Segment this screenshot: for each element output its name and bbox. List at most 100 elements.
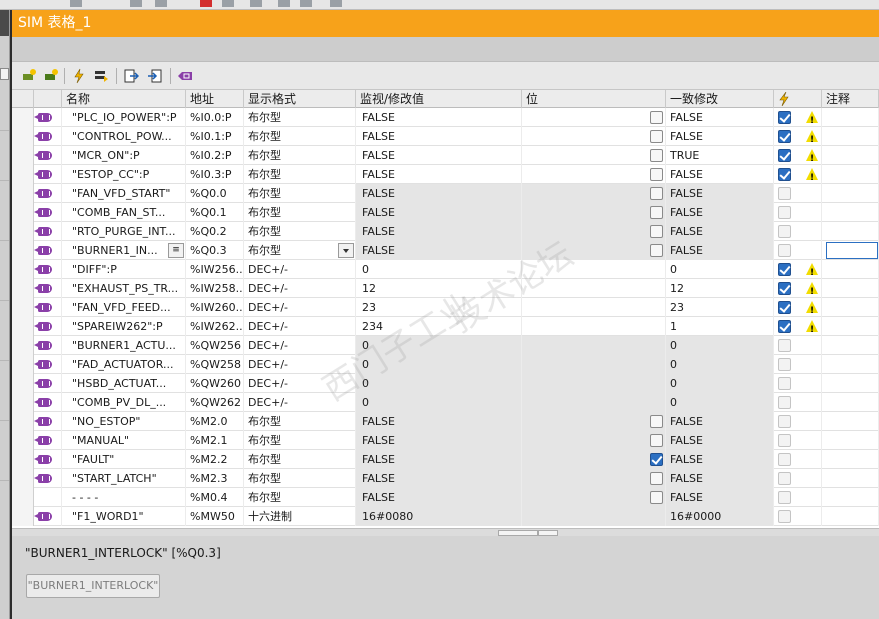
- address-cell[interactable]: %IW260...: [186, 298, 244, 317]
- modify-checkbox[interactable]: [778, 396, 791, 409]
- address-cell[interactable]: %MW50: [186, 507, 244, 526]
- modify-checkbox[interactable]: [778, 339, 791, 352]
- address-cell[interactable]: %Q0.1: [186, 203, 244, 222]
- comment-cell[interactable]: [822, 412, 879, 431]
- modify-value-cell[interactable]: FALSE: [666, 469, 774, 488]
- modify-checkbox[interactable]: [778, 453, 791, 466]
- bit-checkbox[interactable]: [650, 491, 663, 504]
- monitor-value-cell[interactable]: FALSE: [356, 469, 522, 488]
- bit-cell[interactable]: [522, 507, 666, 526]
- top-tool-icon[interactable]: [278, 0, 290, 7]
- display-format-cell[interactable]: 布尔型: [244, 184, 356, 203]
- modify-flag-cell[interactable]: [774, 507, 822, 526]
- bit-checkbox[interactable]: [650, 472, 663, 485]
- table-row[interactable]: "COMB_FAN_ST... %Q0.1 布尔型 FALSE FALSE: [12, 203, 879, 222]
- bit-checkbox[interactable]: [650, 206, 663, 219]
- row-handle[interactable]: [12, 374, 34, 393]
- display-format-cell[interactable]: DEC+/-: [244, 374, 356, 393]
- modify-value-cell[interactable]: FALSE: [666, 108, 774, 127]
- modify-now-icon[interactable]: [70, 67, 88, 85]
- bit-checkbox[interactable]: [650, 434, 663, 447]
- bit-checkbox[interactable]: [650, 453, 663, 466]
- row-handle[interactable]: [12, 488, 34, 507]
- tag-icon[interactable]: [176, 67, 194, 85]
- comment-cell[interactable]: [822, 450, 879, 469]
- row-handle[interactable]: [12, 317, 34, 336]
- modify-checkbox[interactable]: [778, 149, 791, 162]
- bit-cell[interactable]: [522, 146, 666, 165]
- address-cell[interactable]: %M2.2: [186, 450, 244, 469]
- monitor-value-cell[interactable]: 234: [356, 317, 522, 336]
- tag-name-cell[interactable]: "COMB_FAN_ST...: [62, 203, 186, 222]
- modify-checkbox[interactable]: [778, 111, 791, 124]
- modify-checkbox[interactable]: [778, 491, 791, 504]
- monitor-value-cell[interactable]: FALSE: [356, 146, 522, 165]
- bit-checkbox[interactable]: [650, 130, 663, 143]
- modify-value-cell[interactable]: 0: [666, 374, 774, 393]
- table-row[interactable]: "COMB_PV_DL_... %QW262 DEC+/- 0 0: [12, 393, 879, 412]
- comment-cell[interactable]: [822, 488, 879, 507]
- modify-value-cell[interactable]: FALSE: [666, 127, 774, 146]
- row-handle[interactable]: [12, 355, 34, 374]
- modify-value-cell[interactable]: 16#0000: [666, 507, 774, 526]
- bit-checkbox[interactable]: [650, 244, 663, 257]
- comment-cell[interactable]: [822, 108, 879, 127]
- modify-flag-cell[interactable]: [774, 222, 822, 241]
- tag-name-cell[interactable]: "PLC_IO_POWER":P: [62, 108, 186, 127]
- row-handle[interactable]: [12, 412, 34, 431]
- modify-flag-cell[interactable]: [774, 298, 822, 317]
- row-handle[interactable]: [12, 336, 34, 355]
- modify-flag-cell[interactable]: [774, 165, 822, 184]
- modify-flag-cell[interactable]: [774, 127, 822, 146]
- bit-checkbox[interactable]: [650, 111, 663, 124]
- tag-name-cell[interactable]: "FAD_ACTUATOR...: [62, 355, 186, 374]
- left-panel-marker[interactable]: [0, 68, 9, 80]
- comment-cell[interactable]: [822, 469, 879, 488]
- header-monitor-value[interactable]: 监视/修改值: [356, 90, 522, 108]
- display-format-cell[interactable]: DEC+/-: [244, 298, 356, 317]
- display-format-cell[interactable]: DEC+/-: [244, 336, 356, 355]
- address-cell[interactable]: %Q0.3: [186, 241, 244, 260]
- write-icon[interactable]: [92, 67, 110, 85]
- monitor-value-cell[interactable]: FALSE: [356, 241, 522, 260]
- display-format-cell[interactable]: 布尔型: [244, 412, 356, 431]
- display-format-cell[interactable]: DEC+/-: [244, 260, 356, 279]
- monitor-value-cell[interactable]: FALSE: [356, 450, 522, 469]
- table-row[interactable]: "FAD_ACTUATOR... %QW258 DEC+/- 0 0: [12, 355, 879, 374]
- tag-name-cell[interactable]: "MANUAL": [62, 431, 186, 450]
- modify-checkbox[interactable]: [778, 225, 791, 238]
- address-cell[interactable]: %M2.0: [186, 412, 244, 431]
- display-format-cell[interactable]: 布尔型: [244, 165, 356, 184]
- row-handle[interactable]: [12, 203, 34, 222]
- format-dropdown-icon[interactable]: [338, 243, 354, 258]
- bit-cell[interactable]: [522, 165, 666, 184]
- modify-value-cell[interactable]: 0: [666, 355, 774, 374]
- modify-checkbox[interactable]: [778, 377, 791, 390]
- monitor-value-cell[interactable]: FALSE: [356, 412, 522, 431]
- modify-flag-cell[interactable]: [774, 488, 822, 507]
- top-tool-icon[interactable]: [330, 0, 342, 7]
- monitor-value-cell[interactable]: FALSE: [356, 488, 522, 507]
- tag-name-cell[interactable]: "MCR_ON":P: [62, 146, 186, 165]
- monitor-value-cell[interactable]: 0: [356, 374, 522, 393]
- bit-checkbox[interactable]: [650, 149, 663, 162]
- bit-cell[interactable]: [522, 355, 666, 374]
- comment-cell[interactable]: [822, 298, 879, 317]
- monitor-value-cell[interactable]: 0: [356, 393, 522, 412]
- modify-value-cell[interactable]: 23: [666, 298, 774, 317]
- left-panel-tab[interactable]: [0, 10, 9, 36]
- row-handle[interactable]: [12, 431, 34, 450]
- modify-checkbox[interactable]: [778, 301, 791, 314]
- monitor-value-cell[interactable]: FALSE: [356, 165, 522, 184]
- bit-cell[interactable]: [522, 374, 666, 393]
- modify-checkbox[interactable]: [778, 206, 791, 219]
- modify-flag-cell[interactable]: [774, 241, 822, 260]
- modify-checkbox[interactable]: [778, 244, 791, 257]
- monitor-value-cell[interactable]: FALSE: [356, 222, 522, 241]
- comment-cell[interactable]: [822, 222, 879, 241]
- row-handle[interactable]: [12, 146, 34, 165]
- row-handle[interactable]: [12, 260, 34, 279]
- row-handle[interactable]: [12, 127, 34, 146]
- bit-cell[interactable]: [522, 469, 666, 488]
- display-format-cell[interactable]: 布尔型: [244, 431, 356, 450]
